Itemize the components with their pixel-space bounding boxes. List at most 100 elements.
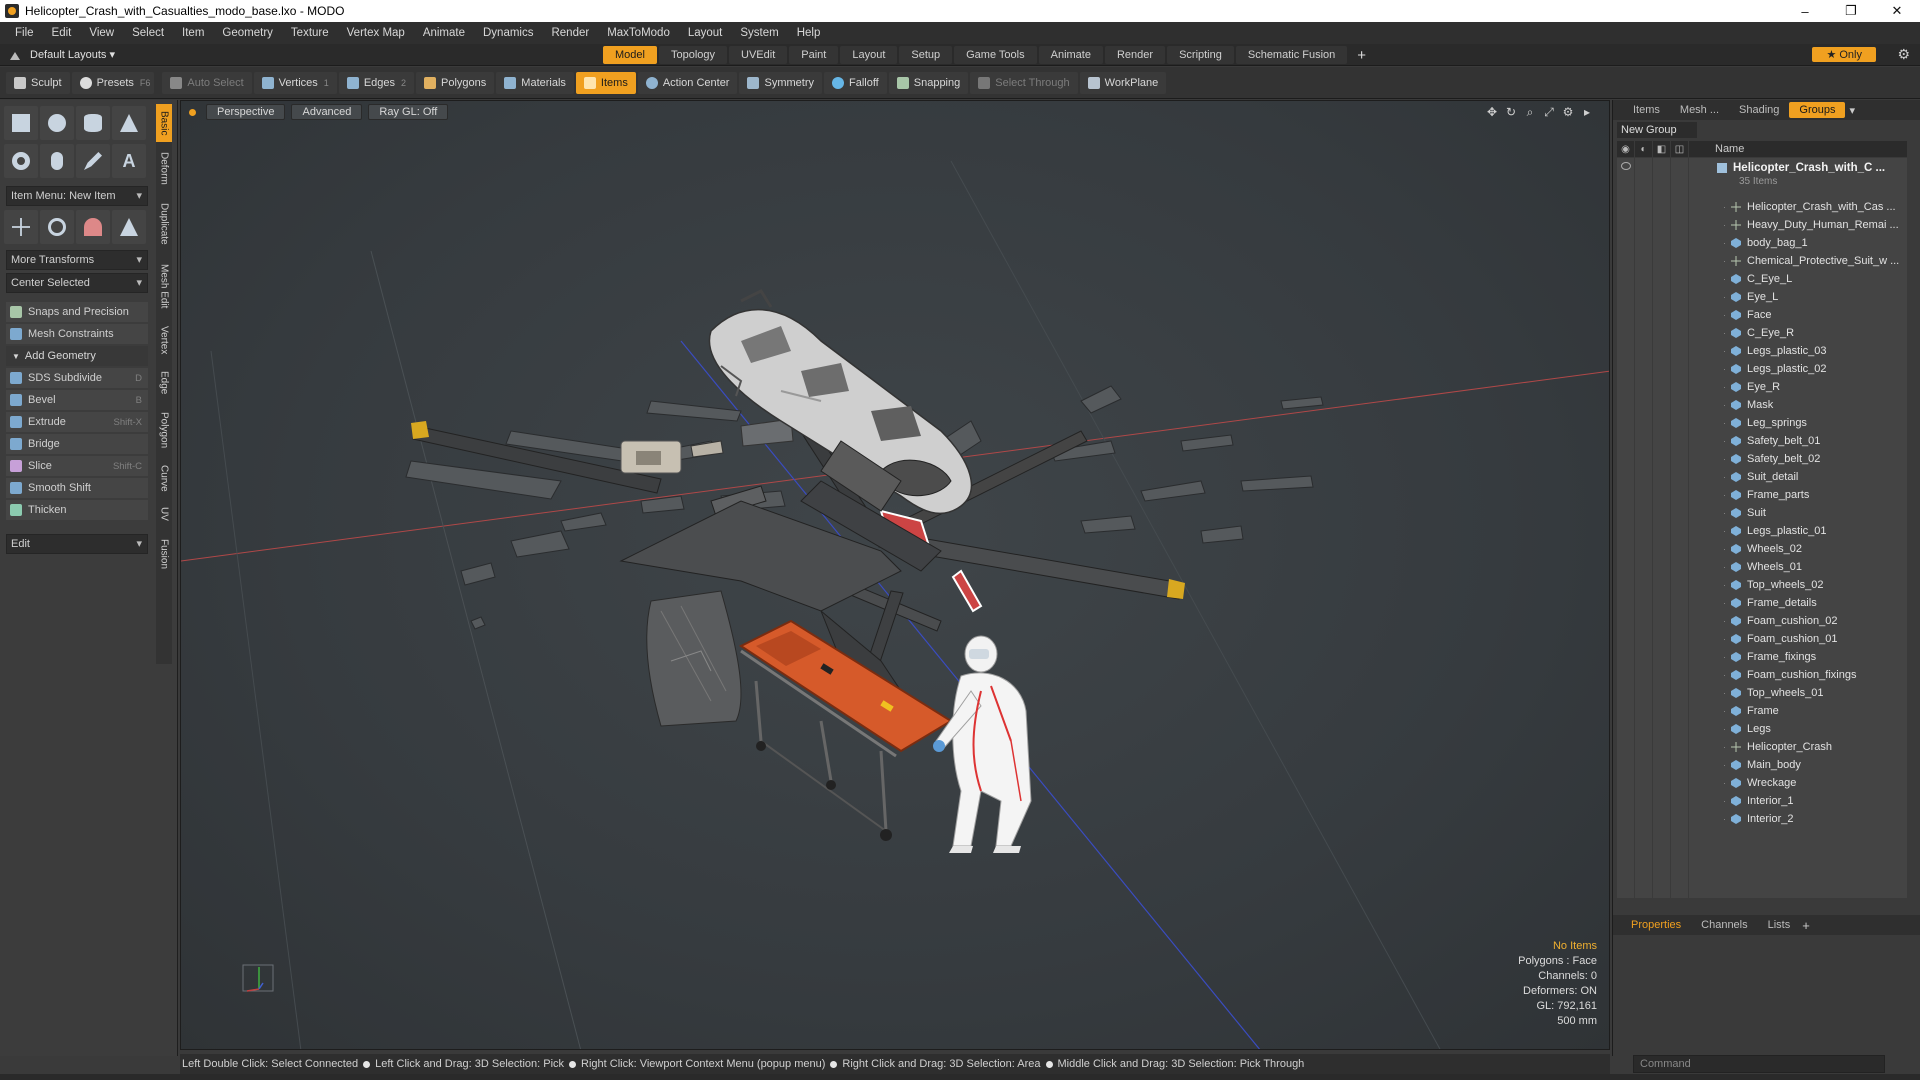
tab-layout[interactable]: Layout bbox=[840, 46, 898, 64]
tree-item-row[interactable]: · Suit_detail bbox=[1723, 468, 1903, 486]
presets-button[interactable]: Presets F6 bbox=[71, 71, 155, 94]
tree-item-row[interactable]: · Face bbox=[1723, 306, 1903, 324]
tree-item-row[interactable]: · Safety_belt_01 bbox=[1723, 432, 1903, 450]
tab-model[interactable]: Model bbox=[603, 46, 657, 64]
menu-help[interactable]: Help bbox=[788, 27, 830, 39]
new-group-button[interactable]: New Group bbox=[1617, 122, 1697, 138]
tab-mesh[interactable]: Mesh ... bbox=[1670, 102, 1729, 118]
tree-item-row[interactable]: · Interior_2 bbox=[1723, 810, 1903, 828]
vtab-curve[interactable]: Curve bbox=[156, 460, 172, 496]
tab-topology[interactable]: Topology bbox=[658, 46, 728, 64]
tab-lists[interactable]: Lists bbox=[1760, 917, 1799, 933]
tab-paint[interactable]: Paint bbox=[789, 46, 839, 64]
tab-game-tools[interactable]: Game Tools bbox=[954, 46, 1037, 64]
select-column-icon[interactable]: ◫ bbox=[1671, 141, 1689, 157]
tree-item-row[interactable]: · Foam_cushion_01 bbox=[1723, 630, 1903, 648]
tree-item-row[interactable]: · Top_wheels_01 bbox=[1723, 684, 1903, 702]
pan-icon[interactable]: ✥ bbox=[1484, 105, 1500, 119]
tab-animate[interactable]: Animate bbox=[1038, 46, 1103, 64]
lock-column-icon[interactable]: ◧ bbox=[1653, 141, 1671, 157]
menu-file[interactable]: File bbox=[6, 27, 43, 39]
snapping-button[interactable]: Snapping bbox=[888, 71, 969, 94]
sphere-tool-button[interactable] bbox=[40, 106, 74, 140]
layout-dropdown[interactable]: Default Layouts ▾ bbox=[30, 48, 150, 61]
tree-item-row[interactable]: · Legs_plastic_02 bbox=[1723, 360, 1903, 378]
add-tab-button[interactable]: + bbox=[1349, 47, 1374, 64]
vtab-edge[interactable]: Edge bbox=[156, 366, 172, 400]
extrude-button[interactable]: Extrude Shift-X bbox=[6, 412, 148, 432]
tree-item-row[interactable]: · Frame_details bbox=[1723, 594, 1903, 612]
mesh-constraints-button[interactable]: Mesh Constraints bbox=[6, 324, 148, 344]
vtab-mesh-edit[interactable]: Mesh Edit bbox=[156, 258, 172, 314]
gear-icon[interactable]: ⚙ bbox=[1897, 46, 1910, 63]
tab-channels[interactable]: Channels bbox=[1693, 917, 1755, 933]
hazmat-suit-figure[interactable] bbox=[933, 635, 1032, 853]
bevel-button[interactable]: Bevel B bbox=[6, 390, 148, 410]
add-geometry-header[interactable]: ▼ Add Geometry bbox=[6, 346, 148, 366]
tree-item-row[interactable]: · Legs bbox=[1723, 720, 1903, 738]
menu-edit[interactable]: Edit bbox=[43, 27, 81, 39]
body-bag[interactable] bbox=[646, 590, 742, 727]
view-type-dropdown[interactable]: Perspective bbox=[206, 104, 286, 120]
add-panel-tab-button[interactable]: + bbox=[1802, 918, 1810, 933]
slice-button[interactable]: Slice Shift-C bbox=[6, 456, 148, 476]
symmetry-button[interactable]: Symmetry bbox=[739, 71, 822, 94]
tree-item-row[interactable]: · Suit bbox=[1723, 504, 1903, 522]
only-toggle[interactable]: ★ Only bbox=[1812, 47, 1876, 62]
command-input[interactable]: Command bbox=[1633, 1055, 1885, 1073]
menu-layout[interactable]: Layout bbox=[679, 27, 732, 39]
tree-item-row[interactable]: · Wreckage bbox=[1723, 774, 1903, 792]
cube-tool-button[interactable] bbox=[4, 106, 38, 140]
menu-maxtomodo[interactable]: MaxToModo bbox=[598, 27, 679, 39]
sculpt-button[interactable]: Sculpt bbox=[6, 71, 70, 94]
tree-item-row[interactable]: · Mask bbox=[1723, 396, 1903, 414]
tree-item-row[interactable]: · Foam_cushion_02 bbox=[1723, 612, 1903, 630]
orbit-icon[interactable]: ↻ bbox=[1503, 105, 1519, 119]
tree-item-row[interactable]: · Frame_parts bbox=[1723, 486, 1903, 504]
tree-item-row[interactable]: · Frame_fixings bbox=[1723, 648, 1903, 666]
menu-select[interactable]: Select bbox=[123, 27, 173, 39]
groups-tree[interactable]: Helicopter_Crash_with_C ... 35 Items · He… bbox=[1617, 158, 1907, 898]
center-selected-dropdown[interactable]: Center Selected bbox=[6, 273, 148, 293]
tree-item-row[interactable]: · Legs_plastic_03 bbox=[1723, 342, 1903, 360]
menu-view[interactable]: View bbox=[80, 27, 123, 39]
tab-items[interactable]: Items bbox=[1623, 102, 1670, 118]
tree-item-row[interactable]: · Foam_cushion_fixings bbox=[1723, 666, 1903, 684]
torus-tool-button[interactable] bbox=[4, 144, 38, 178]
tree-item-row[interactable]: · C_Eye_R bbox=[1723, 324, 1903, 342]
layout-toggle-icon[interactable] bbox=[10, 50, 20, 60]
tab-uvedit[interactable]: UVEdit bbox=[729, 46, 788, 64]
menu-vertex-map[interactable]: Vertex Map bbox=[338, 27, 414, 39]
capsule-tool-button[interactable] bbox=[40, 144, 74, 178]
pen-tool-button[interactable] bbox=[76, 144, 110, 178]
tab-setup[interactable]: Setup bbox=[899, 46, 953, 64]
vtab-polygon[interactable]: Polygon bbox=[156, 406, 172, 454]
visibility-eye-icon[interactable] bbox=[1621, 162, 1631, 170]
tree-item-row[interactable]: · Heavy_Duty_Human_Remai ... bbox=[1723, 216, 1903, 234]
vtab-vertex[interactable]: Vertex bbox=[156, 320, 172, 360]
tab-groups[interactable]: Groups bbox=[1789, 102, 1846, 118]
vtab-uv[interactable]: UV bbox=[156, 502, 172, 526]
raygl-dropdown[interactable]: Ray GL: Off bbox=[368, 104, 449, 120]
menu-dynamics[interactable]: Dynamics bbox=[474, 27, 542, 39]
viewport-expand-icon[interactable]: ▸ bbox=[1579, 105, 1595, 119]
close-button[interactable]: ✕ bbox=[1874, 0, 1920, 22]
smooth-shift-button[interactable]: Smooth Shift bbox=[6, 478, 148, 498]
action-center-button[interactable]: Action Center bbox=[637, 71, 738, 94]
menu-render[interactable]: Render bbox=[542, 27, 598, 39]
rotate-tool-button[interactable] bbox=[40, 210, 74, 244]
tree-item-row[interactable]: · Interior_1 bbox=[1723, 792, 1903, 810]
tree-item-row[interactable]: · Chemical_Protective_Suit_w ... bbox=[1723, 252, 1903, 270]
text-tool-button[interactable]: A bbox=[112, 144, 146, 178]
tree-item-row[interactable]: · Legs_plastic_01 bbox=[1723, 522, 1903, 540]
move-tool-button[interactable] bbox=[4, 210, 38, 244]
tree-item-row[interactable]: · Top_wheels_02 bbox=[1723, 576, 1903, 594]
vtab-deform[interactable]: Deform bbox=[156, 146, 172, 190]
polygons-button[interactable]: Polygons bbox=[416, 71, 495, 94]
tree-item-row[interactable]: · Frame bbox=[1723, 702, 1903, 720]
tree-item-row[interactable]: · Leg_springs bbox=[1723, 414, 1903, 432]
menu-item[interactable]: Item bbox=[173, 27, 213, 39]
menu-animate[interactable]: Animate bbox=[414, 27, 474, 39]
bridge-button[interactable]: Bridge bbox=[6, 434, 148, 454]
shading-dropdown[interactable]: Advanced bbox=[291, 104, 363, 120]
